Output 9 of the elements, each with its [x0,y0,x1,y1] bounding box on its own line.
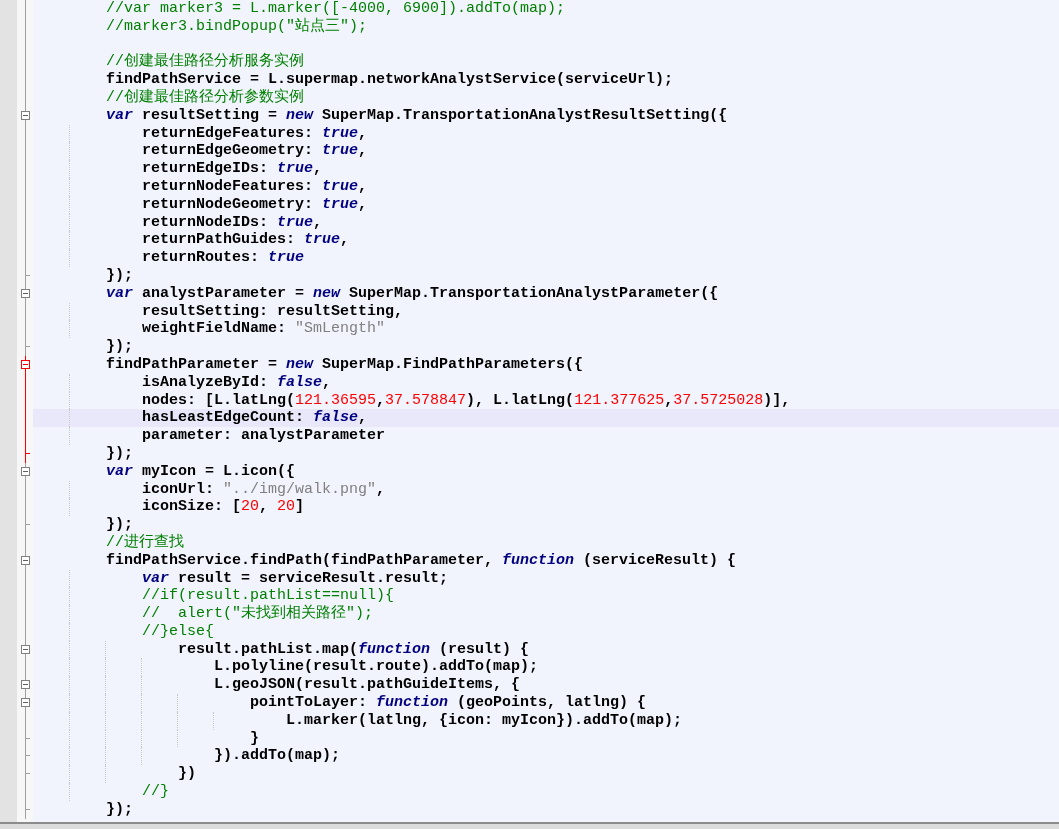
fold-toggle-icon[interactable] [21,680,30,690]
fold-toggle-icon[interactable] [21,698,30,708]
fold-toggle-icon[interactable] [21,555,30,565]
fold-toggle-icon[interactable] [21,466,30,476]
fold-toggle-icon[interactable] [21,288,30,298]
fold-toggle-icon[interactable] [21,110,30,120]
fold-toggle-icon[interactable] [21,359,30,369]
fold-toggle-icon[interactable] [21,644,30,654]
horizontal-scrollbar[interactable] [0,822,1059,829]
